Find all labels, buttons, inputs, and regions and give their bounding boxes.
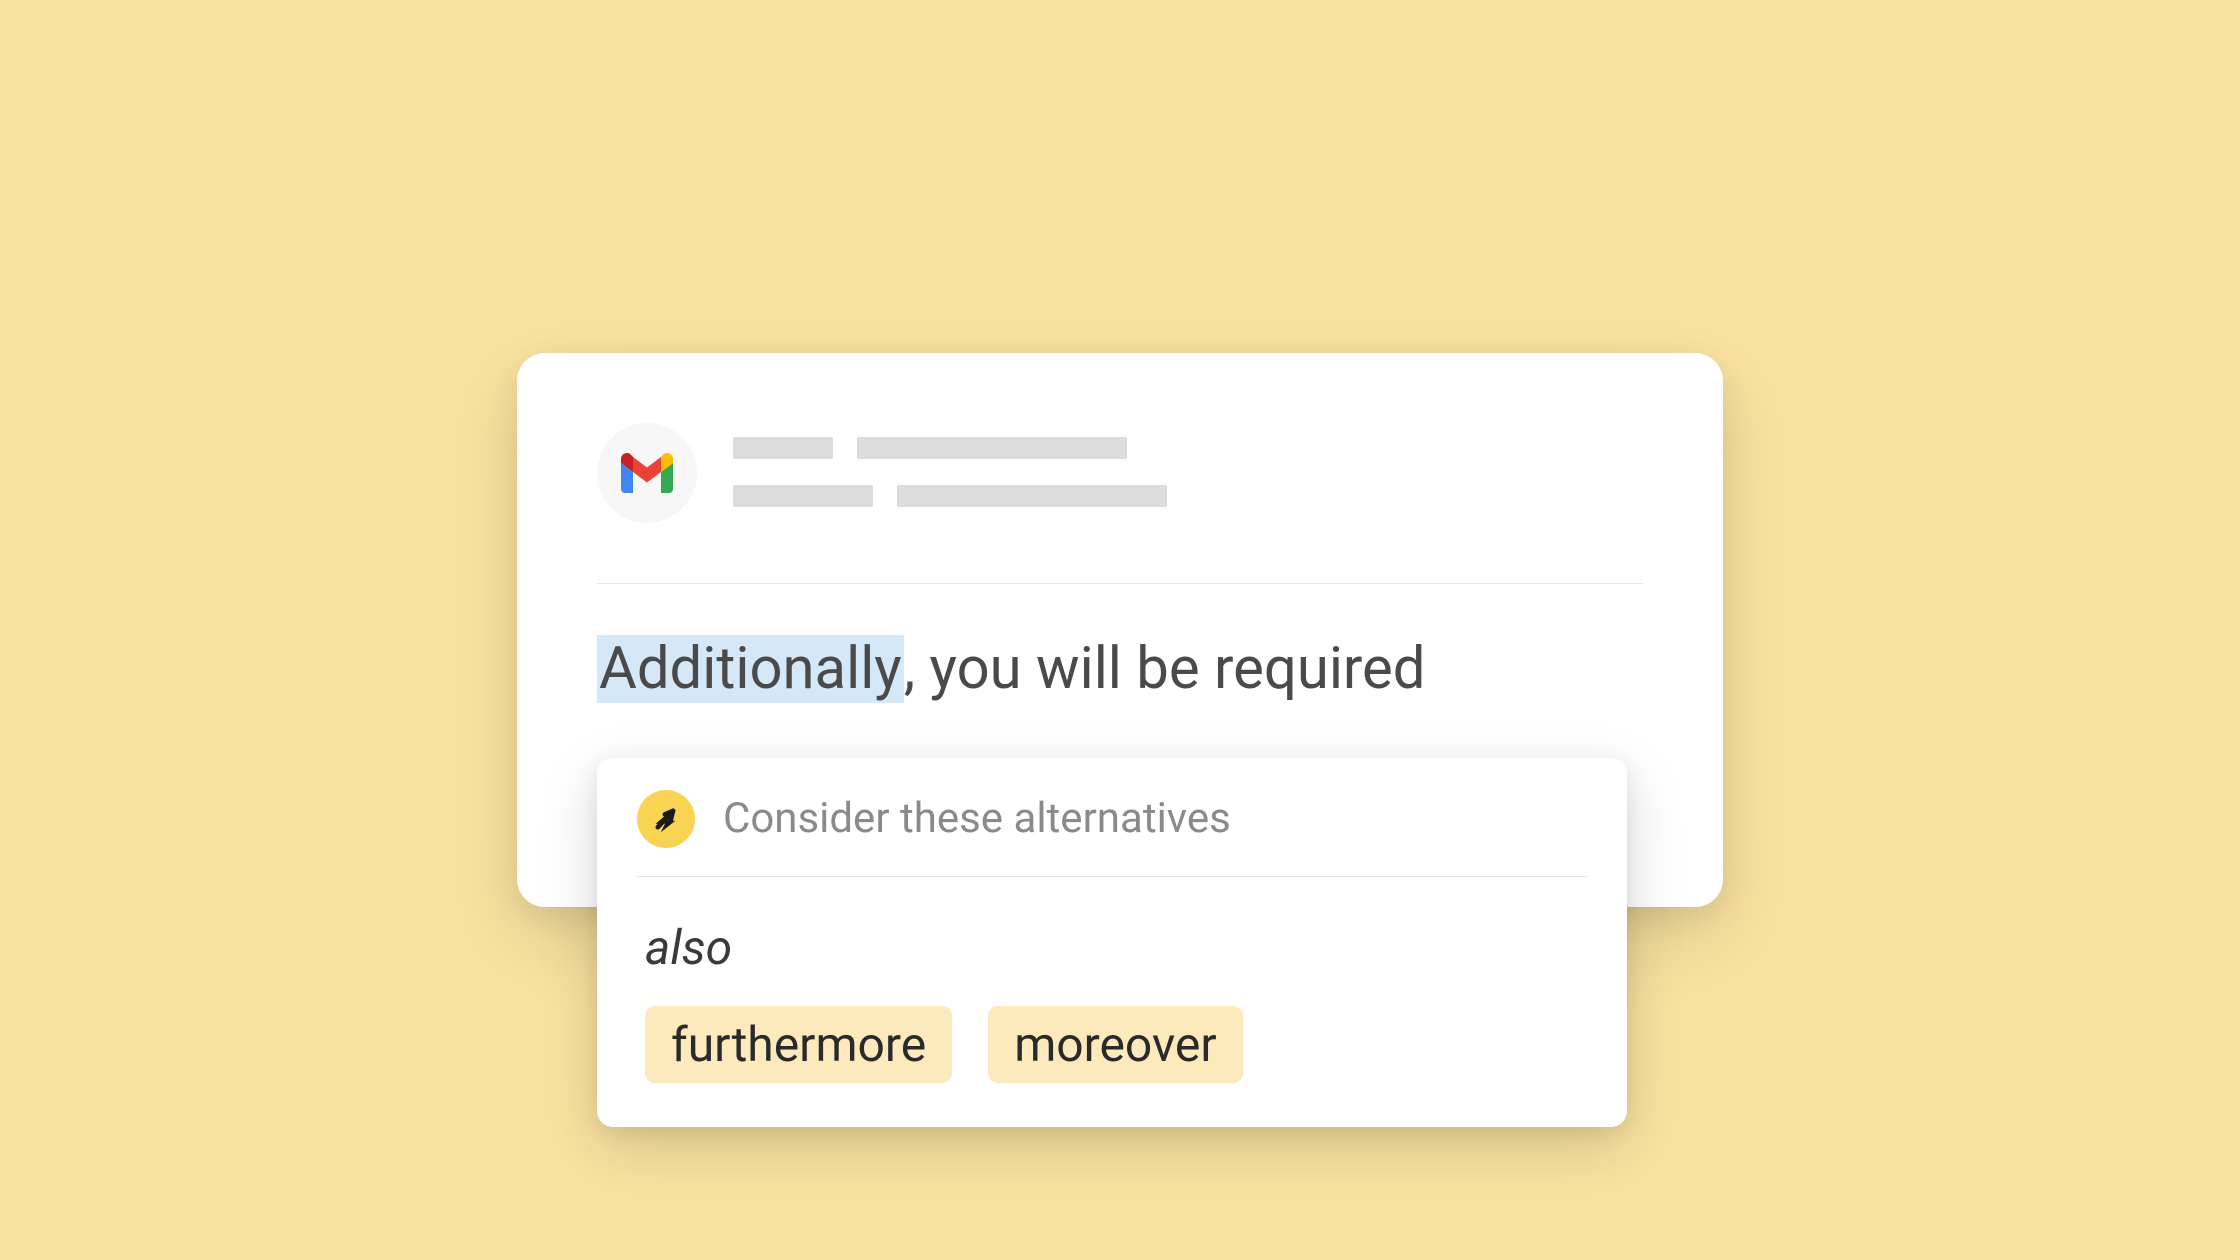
placeholder-skeleton (733, 485, 873, 507)
popup-title: Consider these alternatives (723, 794, 1231, 843)
body-punctuation: , (904, 635, 915, 703)
highlighted-word[interactable]: Additionally (597, 635, 904, 703)
alternatives-list: also furthermore moreover (637, 919, 1587, 1083)
alternative-chip[interactable]: moreover (988, 1006, 1242, 1083)
placeholder-skeleton (857, 437, 1127, 459)
placeholder-skeleton (897, 485, 1167, 507)
alternative-chip[interactable]: furthermore (645, 1006, 952, 1083)
placeholder-skeleton (733, 437, 833, 459)
suggestion-badge-icon (637, 790, 695, 848)
body-rest: you will be required (915, 635, 1425, 703)
alternative-plain[interactable]: also (645, 919, 1587, 976)
email-body-text[interactable]: Additionally, you will be required (597, 632, 1643, 707)
email-header-placeholders (733, 423, 1167, 533)
suggestion-popup: Consider these alternatives also further… (597, 758, 1627, 1127)
email-card: Additionally, you will be required Consi… (517, 353, 1723, 907)
email-header (597, 423, 1643, 584)
popup-header: Consider these alternatives (637, 790, 1587, 877)
gmail-icon (597, 423, 697, 523)
